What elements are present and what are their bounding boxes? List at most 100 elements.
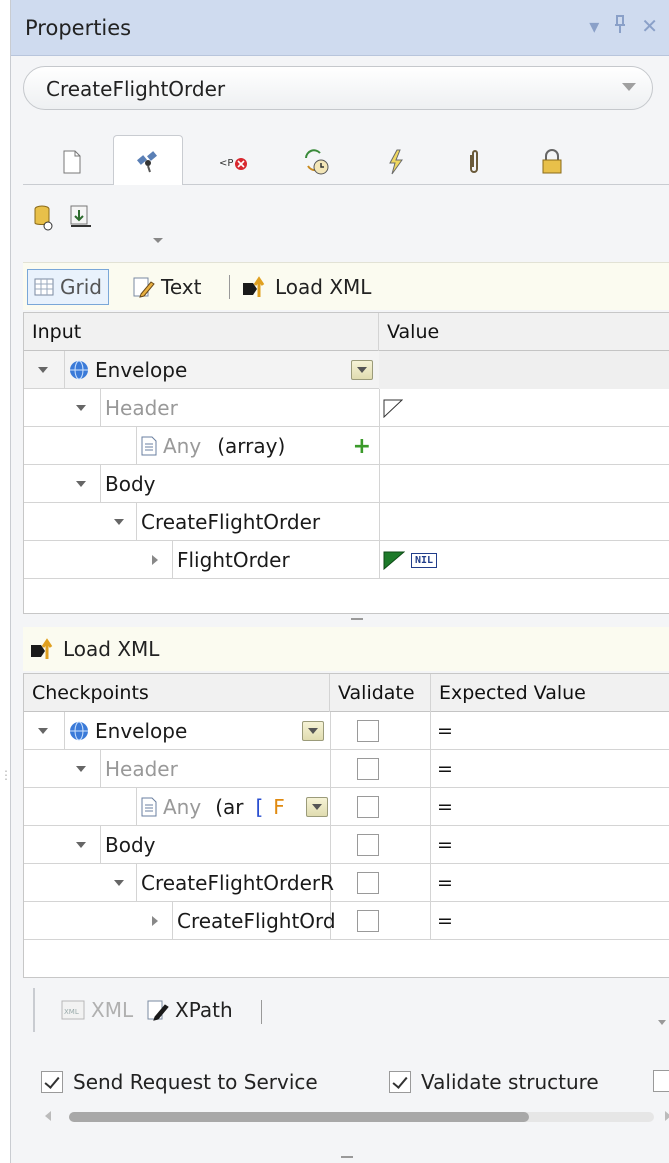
- tree-row[interactable]: Any (array) +: [24, 427, 669, 465]
- send-request-option[interactable]: Send Request to Service: [41, 1070, 318, 1094]
- tree-row[interactable]: CreateFlightOrderR =: [24, 864, 669, 902]
- grid-icon: [34, 278, 54, 296]
- lock-icon: [542, 149, 562, 174]
- tree-row[interactable]: CreateFlightOrder: [24, 503, 669, 541]
- tree-row[interactable]: Envelope: [24, 351, 669, 389]
- collapse-icon[interactable]: [38, 367, 48, 373]
- validate-cell: [330, 902, 431, 940]
- load-xml-button[interactable]: Load XML: [235, 269, 377, 305]
- tree-row[interactable]: Header: [24, 389, 669, 427]
- validate-checkbox[interactable]: [357, 910, 379, 932]
- close-icon[interactable]: ✕: [641, 14, 658, 39]
- validate-checkbox[interactable]: [357, 872, 379, 894]
- tab-attachments[interactable]: [439, 139, 509, 185]
- tab-events[interactable]: [361, 139, 431, 185]
- bottom-resize-grip[interactable]: [341, 1156, 353, 1158]
- splitter-grip[interactable]: [351, 618, 363, 620]
- xpath-view-label: XPath: [175, 998, 233, 1022]
- tab-xml-error[interactable]: <P: [199, 139, 269, 185]
- add-item-icon[interactable]: +: [353, 434, 371, 459]
- validate-cell: [330, 826, 431, 864]
- edit-text-icon: [133, 277, 155, 298]
- validate-checkbox[interactable]: [357, 796, 379, 818]
- value-cell: [379, 503, 669, 541]
- node-options-dropdown[interactable]: [306, 797, 328, 817]
- input-grid-header: Input Value: [24, 313, 669, 351]
- load-xml-icon: [31, 638, 53, 659]
- option-checkbox[interactable]: [653, 1070, 669, 1092]
- node-occurrence-flag: F: [273, 795, 285, 819]
- checkpoints-grid: Checkpoints Validate Expected Value Enve…: [23, 673, 669, 978]
- column-header-value: Value: [387, 321, 440, 343]
- chevron-down-icon: [622, 83, 636, 91]
- grid-view-button[interactable]: Grid: [27, 269, 109, 305]
- input-toolbar: Grid Text Load XML: [23, 262, 669, 310]
- horizontal-scrollbar[interactable]: [41, 1108, 669, 1124]
- tab-transform[interactable]: [281, 139, 351, 185]
- validate-checkbox[interactable]: [357, 758, 379, 780]
- checkpoints-load-xml-button[interactable]: Load XML: [23, 631, 165, 667]
- validate-structure-checkbox[interactable]: [389, 1071, 411, 1093]
- tab-general[interactable]: [37, 139, 107, 185]
- data-source-link-icon[interactable]: [33, 204, 55, 237]
- nil-badge: NIL: [411, 552, 438, 568]
- collapse-icon[interactable]: [114, 519, 124, 525]
- expand-icon[interactable]: [152, 916, 158, 926]
- tree-row[interactable]: Body =: [24, 826, 669, 864]
- node-bracket: [: [255, 795, 264, 819]
- expected-value-cell[interactable]: =: [431, 826, 669, 864]
- satellite-icon: [137, 151, 157, 173]
- expected-value-cell[interactable]: =: [431, 902, 669, 940]
- tab-security[interactable]: [517, 139, 587, 185]
- tree-row[interactable]: FlightOrder NIL: [24, 541, 669, 579]
- node-type-label: (ar: [215, 795, 244, 819]
- expected-value-cell[interactable]: =: [431, 788, 669, 826]
- validate-checkbox[interactable]: [357, 834, 379, 856]
- operation-selector[interactable]: CreateFlightOrder: [23, 66, 653, 110]
- validate-structure-option[interactable]: Validate structure: [389, 1070, 599, 1094]
- overflow-chevron-icon[interactable]: [658, 1020, 666, 1025]
- value-cell: [379, 427, 669, 465]
- collapse-icon[interactable]: [76, 766, 86, 772]
- expected-value-cell[interactable]: =: [431, 864, 669, 902]
- lightning-icon: [389, 149, 403, 175]
- panel-resize-grip[interactable]: ⋮: [0, 760, 12, 790]
- dropdown-menu-icon[interactable]: ▾: [589, 14, 599, 39]
- scrollbar-thumb[interactable]: [69, 1112, 529, 1122]
- tree-row[interactable]: Envelope =: [24, 712, 669, 750]
- scroll-right-icon[interactable]: [665, 1111, 669, 1121]
- collapse-icon[interactable]: [76, 481, 86, 487]
- scroll-left-icon[interactable]: [45, 1111, 51, 1121]
- load-xml-icon: [243, 276, 265, 297]
- xpath-view-button[interactable]: XPath: [141, 992, 239, 1028]
- input-grid: Input Value Envelope Header Any (array) …: [23, 312, 669, 614]
- properties-panel: Properties ▾ ✕ CreateFlightOrder <P Grid…: [10, 0, 669, 1163]
- send-request-checkbox[interactable]: [41, 1071, 63, 1093]
- tab-request[interactable]: [113, 135, 183, 186]
- collapse-icon[interactable]: [114, 880, 124, 886]
- tree-row[interactable]: Body: [24, 465, 669, 503]
- import-data-icon[interactable]: [69, 204, 93, 237]
- value-cell[interactable]: [379, 389, 669, 427]
- text-view-button[interactable]: Text: [127, 269, 207, 305]
- value-cell[interactable]: NIL: [379, 541, 669, 579]
- node-options-dropdown[interactable]: [351, 360, 373, 380]
- xml-view-button[interactable]: XML XML: [55, 992, 139, 1028]
- node-options-dropdown[interactable]: [302, 721, 324, 741]
- globe-icon: [70, 360, 88, 380]
- expected-value-cell[interactable]: =: [431, 750, 669, 788]
- collapse-icon[interactable]: [38, 728, 48, 734]
- tree-row[interactable]: Header =: [24, 750, 669, 788]
- value-cell: [379, 351, 669, 389]
- collapse-icon[interactable]: [76, 842, 86, 848]
- more-tools-chevron-icon[interactable]: [153, 238, 163, 243]
- expand-icon[interactable]: [152, 555, 158, 565]
- expected-value-cell[interactable]: =: [431, 712, 669, 750]
- node-label: CreateFlightOrderR: [141, 871, 335, 895]
- tree-row[interactable]: Any (ar [ F =: [24, 788, 669, 826]
- validate-checkbox[interactable]: [357, 720, 379, 742]
- pin-icon[interactable]: [613, 14, 627, 39]
- validate-cell: [330, 864, 431, 902]
- collapse-icon[interactable]: [76, 405, 86, 411]
- tree-row[interactable]: CreateFlightOrd =: [24, 902, 669, 940]
